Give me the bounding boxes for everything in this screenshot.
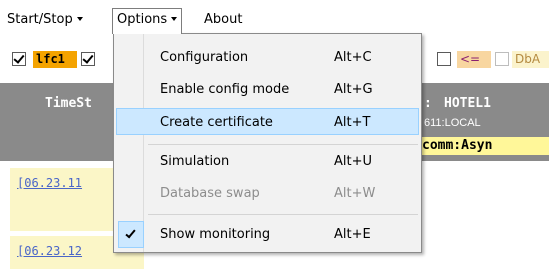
lfc1-checkbox[interactable] <box>12 52 26 66</box>
menu-item-simulation[interactable]: Simulation Alt+U <box>116 148 419 175</box>
menu-bar: Start/Stop Options About <box>0 0 549 34</box>
comm-status-badge: comm:Asyn <box>418 137 549 155</box>
check-icon <box>125 227 136 239</box>
menu-item-shortcut: Alt+C <box>334 50 372 65</box>
chevron-down-icon <box>76 16 83 21</box>
menu-separator <box>148 214 418 215</box>
menu-item-shortcut: Alt+U <box>334 154 373 169</box>
menu-item-shortcut: Alt+E <box>334 227 371 242</box>
menu-item-label: Simulation <box>160 154 230 169</box>
options-dropdown-menu: Configuration Alt+C Enable config mode A… <box>113 33 422 253</box>
timestamp-header-label: TimeSt <box>45 96 92 111</box>
menu-item-shortcut: Alt+G <box>334 82 373 97</box>
menu-item-create-certificate[interactable]: Create certificate Alt+T <box>116 108 419 135</box>
le-badge: <= <box>457 51 491 68</box>
check-icon <box>82 52 94 64</box>
menu-item-database-swap[interactable]: Database swap Alt+W <box>116 180 419 207</box>
chevron-down-icon <box>171 16 178 21</box>
menu-options-label: Options <box>117 12 168 27</box>
menu-item-label: Enable config mode <box>160 82 290 97</box>
menu-item-shortcut: Alt+W <box>334 186 376 201</box>
menu-item-label: Configuration <box>160 50 249 65</box>
menu-item-label: Create certificate <box>160 115 273 130</box>
checkmark-icon <box>118 221 144 248</box>
menu-about[interactable]: About <box>200 9 246 31</box>
menu-item-shortcut: Alt+T <box>334 115 371 130</box>
menu-item-show-monitoring[interactable]: Show monitoring Alt+E <box>116 221 419 248</box>
hotel-header-label: HOTEL1 <box>444 96 491 111</box>
lfc1-badge: lfc1 <box>33 51 77 68</box>
log-row-timestamp-link[interactable]: [06.23.11 <box>17 176 82 190</box>
le-checkbox[interactable] <box>437 52 451 66</box>
menu-about-label: About <box>204 12 243 27</box>
menu-item-label: Database swap <box>160 186 260 201</box>
menu-item-label: Show monitoring <box>160 227 271 242</box>
menu-options[interactable]: Options <box>112 8 183 34</box>
menu-item-enable-config-mode[interactable]: Enable config mode Alt+G <box>116 76 419 103</box>
check-icon <box>13 52 25 64</box>
local-address-label: 611:LOCAL <box>424 117 481 129</box>
second-checkbox[interactable] <box>81 52 95 66</box>
db-checkbox[interactable] <box>495 52 509 66</box>
menu-item-configuration[interactable]: Configuration Alt+C <box>116 44 419 71</box>
menu-start-stop-label: Start/Stop <box>7 12 73 27</box>
log-row-timestamp-link[interactable]: [06.23.12 <box>17 244 82 258</box>
db-badge: DbA <box>512 51 549 68</box>
menu-separator <box>148 144 418 145</box>
menu-start-stop[interactable]: Start/Stop <box>3 9 87 31</box>
header-right-prefix: : <box>424 96 432 111</box>
